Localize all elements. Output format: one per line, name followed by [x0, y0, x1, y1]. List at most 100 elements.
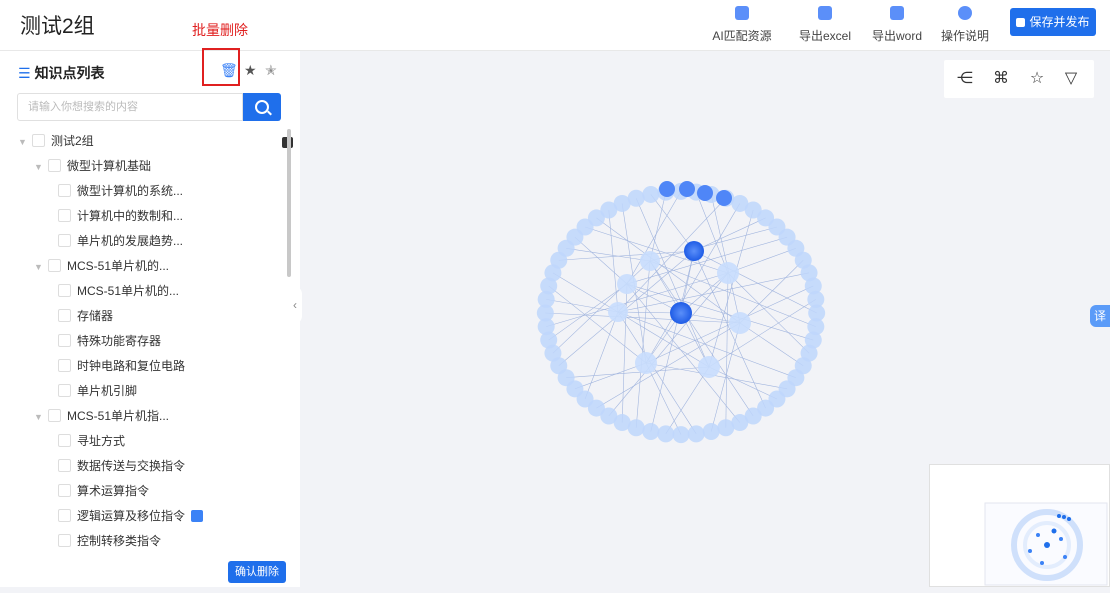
tree-checkbox[interactable] — [58, 509, 71, 522]
graph-root-node[interactable] — [670, 302, 692, 324]
tree-node-chapter[interactable]: ▼ MCS-51单片机指... — [34, 404, 169, 428]
graph-hub-node[interactable] — [717, 262, 739, 284]
tree-node-label: MCS-51单片机的... — [67, 259, 170, 273]
tree-checkbox[interactable] — [48, 259, 61, 272]
tree-checkbox[interactable] — [58, 209, 71, 222]
graph-nodes — [536, 181, 826, 444]
tree-node-chapter[interactable]: ▼ MCS-51单片机的... — [34, 254, 169, 278]
graph-hub-node[interactable] — [640, 251, 660, 271]
tree-checkbox[interactable] — [58, 484, 71, 497]
export-word-button[interactable]: 导出word — [862, 6, 932, 44]
tree-node-chapter[interactable]: ▼ 微型计算机基础 — [34, 154, 151, 178]
tree-checkbox[interactable] — [58, 184, 71, 197]
tree-node-label: 测试2组 — [51, 134, 94, 148]
tree-node-label: 寻址方式 — [77, 434, 126, 448]
tree-node-topic[interactable]: 控制转移类指令 — [58, 529, 161, 553]
graph-node[interactable] — [657, 425, 675, 443]
translate-button[interactable]: 译 — [1090, 305, 1110, 327]
graph-node[interactable] — [807, 290, 825, 308]
tree-node-topic[interactable]: 单片机引脚 — [58, 379, 137, 403]
filter-icon[interactable]: ▽ — [1060, 68, 1082, 90]
graph-node[interactable] — [679, 181, 695, 197]
search-placeholder: 请输入你想搜索的内容 — [28, 101, 138, 113]
tree-node-topic[interactable]: 存储器 — [58, 304, 113, 328]
tree-checkbox[interactable] — [58, 384, 71, 397]
search-button[interactable] — [243, 93, 281, 121]
save-publish-button[interactable]: 保存并发布 — [1010, 8, 1096, 36]
caret-down-icon[interactable]: ▼ — [34, 155, 48, 179]
tree-checkbox[interactable] — [48, 409, 61, 422]
caret-down-icon[interactable]: ▼ — [18, 130, 32, 154]
graph-node[interactable] — [642, 423, 660, 441]
star-icon[interactable]: ★ — [244, 61, 257, 79]
graph-node[interactable] — [672, 426, 690, 444]
graph-node[interactable] — [642, 185, 660, 203]
tree-checkbox[interactable] — [58, 434, 71, 447]
graph-edge — [649, 226, 778, 262]
sidebar-scrollbar[interactable] — [287, 129, 291, 277]
tree-layout-icon[interactable]: ⋲ — [954, 68, 976, 90]
star-check-icon[interactable]: ✭ — [265, 61, 277, 79]
caret-down-icon[interactable]: ▼ — [34, 255, 48, 279]
tree-node-label: 控制转移类指令 — [77, 534, 162, 548]
knowledge-sidebar: ☰ 知识点列表 🗑 ★ ✭ 请输入你想搜索的内容 ▼ 测试2组 ▼ 微型计算机基础 微… — [0, 51, 300, 587]
tree-checkbox[interactable] — [58, 534, 71, 547]
tree-node-label: 逻辑运算及移位指令 — [77, 509, 186, 523]
graph-edge — [739, 322, 804, 367]
graph-node[interactable] — [687, 425, 705, 443]
star-outline-icon[interactable]: ☆ — [1026, 68, 1048, 90]
tree-node-topic[interactable]: 单片机的发展趋势... — [58, 229, 183, 253]
graph-edge — [626, 283, 814, 341]
tree-node-topic[interactable]: 时钟电路和复位电路 — [58, 354, 185, 378]
graph-node[interactable] — [659, 181, 675, 197]
tree-checkbox[interactable] — [32, 134, 45, 147]
tree-node-label: 数据传送与交换指令 — [77, 459, 186, 473]
graph-node[interactable] — [717, 419, 735, 437]
graph-node[interactable] — [702, 423, 720, 441]
graph-edge — [584, 311, 619, 400]
list-icon: ☰ — [18, 65, 31, 81]
graph-node[interactable] — [716, 190, 732, 206]
tree-node-label: 时钟电路和复位电路 — [77, 359, 186, 373]
tree-node-topic[interactable]: 算术运算指令 — [58, 479, 149, 503]
save-publish-label: 保存并发布 — [1029, 15, 1090, 29]
export-excel-button[interactable]: 导出excel — [790, 6, 860, 44]
graph-hub-node[interactable] — [729, 312, 751, 334]
tree-checkbox[interactable] — [58, 334, 71, 347]
tree-checkbox[interactable] — [58, 359, 71, 372]
tree-node-topic[interactable]: 微型计算机的系统... — [58, 179, 183, 203]
command-icon[interactable]: ⌘ — [990, 68, 1012, 90]
tree-node-label: 计算机中的数制和... — [77, 209, 184, 223]
tree-checkbox[interactable] — [58, 309, 71, 322]
confirm-delete-button[interactable]: 确认删除 — [228, 561, 286, 583]
edit-tag-icon[interactable] — [191, 510, 204, 522]
tree-checkbox[interactable] — [58, 459, 71, 472]
graph-node[interactable] — [697, 185, 713, 201]
minimap[interactable] — [929, 464, 1110, 587]
caret-down-icon[interactable]: ▼ — [34, 405, 48, 429]
graph-hub-node[interactable] — [698, 356, 720, 378]
annotation-highlight-box — [202, 48, 240, 86]
top-bar: 测试2组 批量删除 AI匹配资源 导出excel 导出word 操作说明 保存并… — [0, 0, 1110, 51]
graph-hub-node[interactable] — [608, 302, 628, 322]
tree-checkbox[interactable] — [48, 159, 61, 172]
graph-hub-node[interactable] — [684, 241, 704, 261]
tree-node-label: 特殊功能寄存器 — [77, 334, 162, 348]
tree-node-topic[interactable]: 逻辑运算及移位指令 — [58, 504, 204, 528]
tree-node-topic[interactable]: 计算机中的数制和... — [58, 204, 183, 228]
tree-node-topic[interactable]: MCS-51单片机的... — [58, 279, 179, 303]
graph-hub-node[interactable] — [635, 352, 657, 374]
tree-node-topic[interactable]: 数据传送与交换指令 — [58, 454, 185, 478]
tree-checkbox[interactable] — [58, 234, 71, 247]
ai-match-resource-button[interactable]: AI匹配资源 — [707, 6, 777, 44]
graph-node[interactable] — [627, 189, 645, 207]
page-title: 测试2组 — [20, 15, 95, 38]
search-input[interactable]: 请输入你想搜索的内容 — [17, 93, 243, 121]
graph-hub-node[interactable] — [617, 274, 637, 294]
tree-checkbox[interactable] — [58, 284, 71, 297]
instructions-button[interactable]: 操作说明 — [930, 6, 1000, 44]
tree-node-topic[interactable]: 特殊功能寄存器 — [58, 329, 161, 353]
tree-node-topic[interactable]: 寻址方式 — [58, 429, 125, 453]
graph-toolbar: ⋲ ⌘ ☆ ▽ — [944, 60, 1094, 98]
tree-node-root[interactable]: ▼ 测试2组 — [18, 129, 94, 153]
